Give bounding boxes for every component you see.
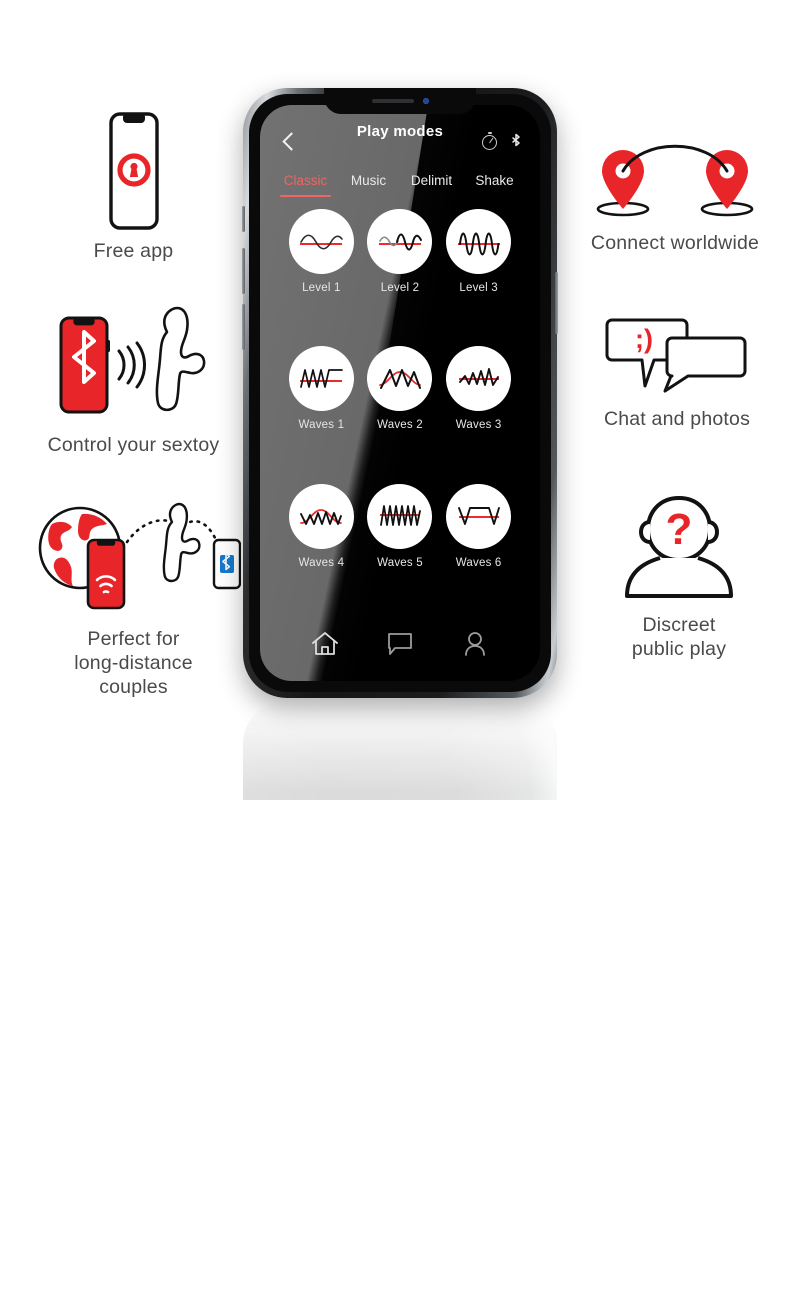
- mute-switch-button[interactable]: [242, 206, 245, 232]
- play-modes-grid: Level 1 Level 2 Level 3 Waves 1 Waves 2 …: [260, 197, 540, 617]
- phone-bezel: Play modes Classic Music Delimit Shake L…: [249, 94, 551, 692]
- anonymous-person-question-icon: ?: [625, 495, 733, 598]
- front-camera-icon: [422, 98, 429, 104]
- long-distance-illustration: [26, 500, 241, 618]
- feature-chat-photos: ;) Chat and photos: [584, 312, 770, 432]
- phone-with-app-logo-icon: [108, 112, 159, 230]
- red-phone-bluetooth-toy-icon: [59, 306, 205, 414]
- mode-icon-level-1: [288, 209, 354, 274]
- wave-sawtooth-icon: [379, 505, 421, 527]
- phone-reflection: [243, 700, 557, 1310]
- mode-level-3[interactable]: Level 3: [439, 209, 518, 342]
- mode-waves-1[interactable]: Waves 1: [282, 346, 361, 479]
- mode-icon-level-2: [367, 209, 433, 274]
- chat-photos-illustration: ;): [602, 312, 752, 398]
- mode-label-waves-5: Waves 5: [377, 556, 423, 569]
- long-distance-caption: Perfect for long-distance couples: [74, 628, 193, 698]
- mode-icon-waves-1: [288, 346, 354, 412]
- home-icon[interactable]: [311, 631, 339, 657]
- question-mark-glyph: ?: [666, 505, 693, 554]
- discreet-caption: Discreet public play: [631, 614, 727, 660]
- two-map-pins-arc-icon: [596, 144, 754, 217]
- phone-mockup: Play modes Classic Music Delimit Shake L…: [242, 88, 558, 698]
- mode-waves-2[interactable]: Waves 2: [361, 346, 440, 479]
- feature-discreet-public-play: ? Discreet public play: [596, 492, 762, 662]
- feature-long-distance: Perfect for long-distance couples: [16, 500, 251, 699]
- header-icons: [482, 132, 522, 152]
- volume-up-button[interactable]: [242, 248, 245, 294]
- reflection-body: [243, 700, 557, 1310]
- mode-level-2[interactable]: Level 2: [361, 209, 440, 342]
- chat-photos-caption: Chat and photos: [603, 408, 751, 430]
- power-button[interactable]: [555, 272, 558, 334]
- feature-control-sextoy: Control your sextoy: [26, 306, 241, 458]
- volume-down-button[interactable]: [242, 304, 245, 350]
- tab-music[interactable]: Music: [337, 165, 400, 197]
- play-mode-tabs: Classic Music Delimit Shake: [260, 163, 540, 197]
- chat-bubble-icon[interactable]: [386, 631, 414, 657]
- mode-icon-waves-6: [446, 483, 512, 549]
- mode-level-1[interactable]: Level 1: [282, 209, 361, 342]
- control-sextoy-caption: Control your sextoy: [47, 434, 220, 456]
- tab-shake[interactable]: Shake: [463, 165, 526, 197]
- connect-worldwide-illustration: [590, 142, 760, 222]
- wave-square-step-icon: [457, 507, 500, 526]
- mode-waves-6[interactable]: Waves 6: [439, 483, 518, 617]
- wave-sine-high-icon: [457, 232, 500, 255]
- bottom-navigation: [260, 617, 540, 681]
- mode-waves-4[interactable]: Waves 4: [282, 483, 361, 617]
- mode-waves-5[interactable]: Waves 5: [361, 483, 440, 617]
- app-ui: Play modes Classic Music Delimit Shake L…: [260, 105, 540, 681]
- mode-label-level-2: Level 2: [380, 282, 420, 294]
- phone-notch: [324, 88, 476, 114]
- control-sextoy-illustration: [39, 306, 229, 424]
- tab-classic[interactable]: Classic: [274, 165, 337, 197]
- free-app-caption: Free app: [93, 240, 174, 262]
- tab-delimit[interactable]: Delimit: [400, 165, 463, 197]
- globe-phones-toy-icon: [38, 502, 241, 610]
- mode-icon-waves-5: [367, 483, 433, 549]
- mode-label-waves-3: Waves 3: [455, 419, 502, 432]
- wink-emoticon: ;): [635, 324, 653, 354]
- mode-icon-waves-2: [367, 346, 433, 412]
- mode-label-level-1: Level 1: [302, 282, 341, 294]
- mode-label-waves-2: Waves 2: [377, 419, 423, 432]
- mode-icon-level-3: [446, 209, 512, 274]
- connect-worldwide-caption: Connect worldwide: [590, 232, 760, 254]
- bluetooth-icon[interactable]: [510, 133, 522, 152]
- earpiece-speaker-icon: [371, 99, 414, 103]
- free-app-illustration: [95, 112, 173, 230]
- discreet-illustration: ?: [614, 492, 744, 604]
- wave-zigzag-rising-icon: [458, 367, 499, 386]
- mode-icon-waves-3: [446, 346, 512, 412]
- feature-free-app: Free app: [36, 112, 231, 264]
- speech-bubbles-wink-icon: ;): [605, 318, 747, 393]
- wave-ramp-flat-icon: [300, 368, 344, 388]
- wave-zigzag-peak-icon: [379, 368, 421, 389]
- mode-label-waves-4: Waves 4: [298, 556, 345, 569]
- wave-zigzag-arc-icon: [300, 509, 343, 526]
- battery-circle-icon[interactable]: [482, 132, 497, 150]
- phone-screen: Play modes Classic Music Delimit Shake L…: [260, 105, 540, 681]
- profile-icon[interactable]: [461, 631, 489, 657]
- mode-label-waves-1: Waves 1: [298, 419, 345, 432]
- mode-icon-waves-4: [288, 483, 354, 549]
- mode-waves-3[interactable]: Waves 3: [439, 346, 518, 479]
- wave-sine-mid-icon: [378, 233, 422, 250]
- wave-sine-low-icon: [300, 233, 344, 250]
- mode-label-waves-6: Waves 6: [455, 556, 502, 569]
- mode-label-level-3: Level 3: [459, 282, 498, 294]
- feature-connect-worldwide: Connect worldwide: [570, 142, 780, 256]
